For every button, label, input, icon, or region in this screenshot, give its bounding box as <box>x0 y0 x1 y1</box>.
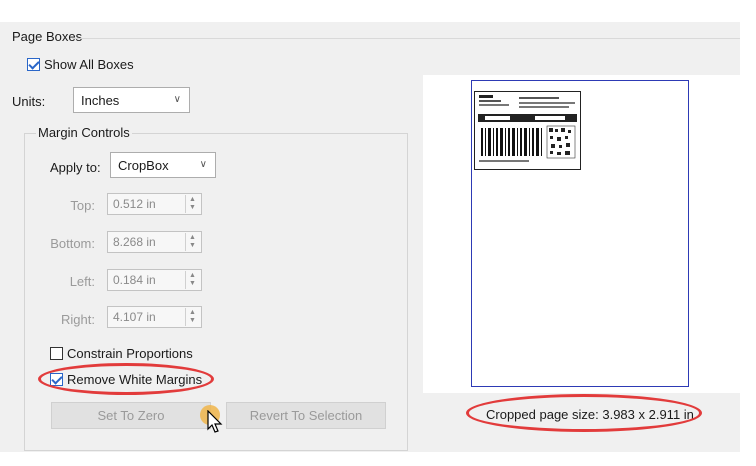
highlight-ellipse <box>38 363 214 395</box>
top-label: Top: <box>70 198 95 213</box>
bottom-input[interactable]: 8.268 in ▲ ▼ <box>107 231 202 253</box>
chevron-down-icon: ∨ <box>199 159 207 170</box>
set-to-zero-button[interactable]: Set To Zero <box>51 402 211 429</box>
show-all-boxes-label[interactable]: Show All Boxes <box>44 57 134 72</box>
bottom-label: Bottom: <box>50 236 95 251</box>
page-boxes-title: Page Boxes <box>12 29 83 44</box>
bottom-value: 8.268 in <box>113 235 156 249</box>
units-select[interactable]: Inches ∨ <box>73 87 190 113</box>
top-stepper[interactable]: ▲ ▼ <box>185 195 200 213</box>
highlight-ellipse <box>466 394 702 432</box>
left-input[interactable]: 0.184 in ▲ ▼ <box>107 269 202 291</box>
label-thumbnail <box>474 91 581 170</box>
revert-to-selection-button[interactable]: Revert To Selection <box>226 402 386 429</box>
shipping-label-image <box>478 95 577 162</box>
right-stepper[interactable]: ▲ ▼ <box>185 308 200 326</box>
show-all-boxes-checkbox[interactable] <box>27 58 40 71</box>
constrain-proportions-label[interactable]: Constrain Proportions <box>67 346 193 361</box>
right-value: 4.107 in <box>113 310 156 324</box>
apply-to-select[interactable]: CropBox ∨ <box>110 152 216 178</box>
apply-to-label: Apply to: <box>50 160 101 175</box>
mouse-pointer-icon <box>207 410 223 433</box>
units-value: Inches <box>81 93 120 108</box>
top-input[interactable]: 0.512 in ▲ ▼ <box>107 193 202 215</box>
top-value: 0.512 in <box>113 197 156 211</box>
left-value: 0.184 in <box>113 273 156 287</box>
bottom-stepper[interactable]: ▲ ▼ <box>185 233 200 251</box>
left-label: Left: <box>69 274 95 289</box>
margin-controls-title: Margin Controls <box>36 125 132 140</box>
right-label: Right: <box>61 312 95 327</box>
constrain-proportions-checkbox[interactable] <box>50 347 63 360</box>
right-input[interactable]: 4.107 in ▲ ▼ <box>107 306 202 328</box>
units-label: Units: <box>12 94 46 109</box>
left-stepper[interactable]: ▲ ▼ <box>185 271 200 289</box>
apply-to-value: CropBox <box>118 158 169 173</box>
group-divider <box>72 38 740 39</box>
chevron-down-icon: ∨ <box>173 94 181 105</box>
